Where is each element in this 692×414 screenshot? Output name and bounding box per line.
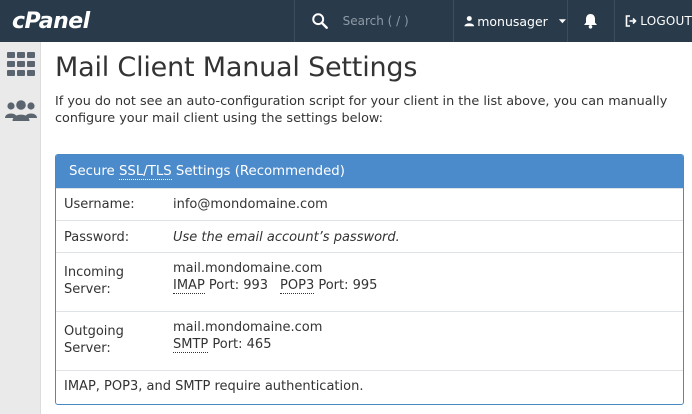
smtp-port: Port: 465 xyxy=(208,337,272,352)
logout-button[interactable]: LOGOUT xyxy=(614,0,692,42)
bell-icon xyxy=(584,14,598,29)
password-label: Password: xyxy=(64,230,130,245)
smtp-abbr: SMTP xyxy=(173,337,209,353)
panel-heading-suffix: Settings (Recommended) xyxy=(171,164,345,179)
username-label: Username: xyxy=(64,197,135,212)
grid-icon xyxy=(6,52,35,76)
intro-text: If you do not see an auto-configuration … xyxy=(55,94,668,126)
imap-port: Port: 993 xyxy=(204,278,269,293)
search-input[interactable] xyxy=(342,14,453,28)
ssl-tls-abbr: SSL/TLS xyxy=(118,163,172,180)
pop3-port: Port: 995 xyxy=(314,278,378,293)
sidebar-item-users[interactable] xyxy=(0,90,41,130)
outgoing-server-row: Outgoing Server: mail.mondomaine.com SMT… xyxy=(56,311,683,370)
panel-heading: Secure SSL/TLS Settings (Recommended) xyxy=(56,155,683,188)
page-title: Mail Client Manual Settings xyxy=(55,52,418,83)
username-value: info@mondomaine.com xyxy=(173,197,328,212)
incoming-server-label: Incoming Server: xyxy=(64,264,124,298)
incoming-server-host: mail.mondomaine.com xyxy=(173,261,323,276)
auth-note-row: IMAP, POP3, and SMTP require authenticat… xyxy=(56,370,683,404)
outgoing-server-value: mail.mondomaine.com SMTP Port: 465 xyxy=(173,319,322,353)
outgoing-label-line2: Server: xyxy=(64,341,111,356)
auth-note: IMAP, POP3, and SMTP require authenticat… xyxy=(64,379,364,394)
incoming-label-line1: Incoming xyxy=(64,265,124,280)
user-menu[interactable]: monusager xyxy=(452,0,567,42)
username-label: monusager xyxy=(477,13,548,29)
users-icon xyxy=(4,100,37,121)
logout-label: LOGOUT xyxy=(640,14,692,28)
incoming-label-line2: Server: xyxy=(64,282,111,297)
chevron-down-icon xyxy=(558,19,566,24)
imap-abbr: IMAP xyxy=(173,278,205,294)
top-navbar: cPanel monusager LOGOUT xyxy=(0,0,692,42)
password-value: Use the email account’s password. xyxy=(173,230,400,245)
password-row: Password: Use the email account’s passwo… xyxy=(56,220,683,252)
outgoing-server-host: mail.mondomaine.com xyxy=(173,320,323,335)
sidebar xyxy=(0,42,41,414)
sidebar-item-tools[interactable] xyxy=(0,44,41,84)
outgoing-label-line1: Outgoing xyxy=(64,324,124,339)
main-content: Mail Client Manual Settings If you do no… xyxy=(41,42,692,414)
user-icon xyxy=(464,16,474,27)
username-row: Username: info@mondomaine.com xyxy=(56,188,683,220)
panel-heading-prefix: Secure xyxy=(69,164,119,179)
outgoing-server-label: Outgoing Server: xyxy=(64,323,124,357)
incoming-server-row: Incoming Server: mail.mondomaine.com IMA… xyxy=(56,252,683,311)
secure-settings-panel: Secure SSL/TLS Settings (Recommended) Us… xyxy=(55,154,684,405)
pop3-abbr: POP3 xyxy=(280,278,315,294)
notifications-button[interactable] xyxy=(566,0,615,42)
search-box[interactable] xyxy=(293,0,453,42)
logout-icon xyxy=(625,15,637,27)
search-icon xyxy=(311,13,328,29)
incoming-server-value: mail.mondomaine.com IMAP Port: 993 POP3 P… xyxy=(173,260,377,294)
cpanel-logo[interactable]: cPanel xyxy=(0,0,294,42)
